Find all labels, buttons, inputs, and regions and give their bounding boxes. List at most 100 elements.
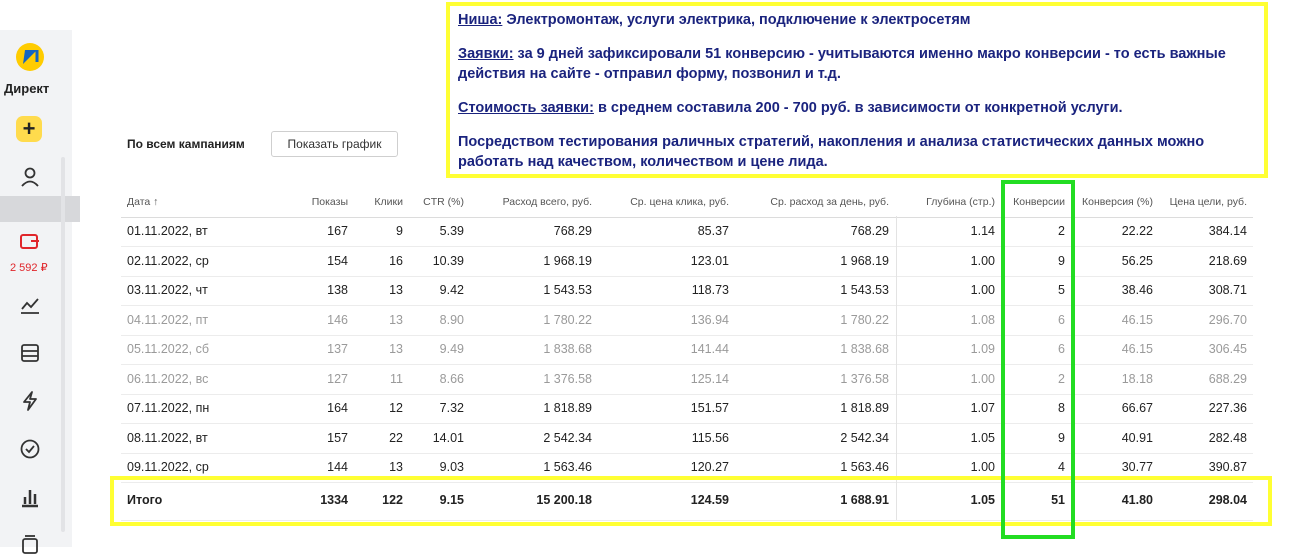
all-campaigns-label: По всем кампаниям bbox=[127, 137, 245, 151]
cell-clicks: 13 bbox=[389, 312, 403, 327]
cell-date: 02.11.2022, ср bbox=[127, 253, 209, 268]
cell-avg-daily-spend: 1 780.22 bbox=[840, 312, 889, 327]
cell-spend: 1 968.19 bbox=[543, 253, 592, 268]
cell-depth: 1.08 bbox=[970, 312, 995, 327]
cell-impressions: 146 bbox=[327, 312, 348, 327]
cost-label: Стоимость заявки: bbox=[458, 100, 594, 116]
chart-icon[interactable] bbox=[19, 294, 41, 316]
table-row[interactable]: 03.11.2022, чт 138 13 9.42 1 543.53 118.73 1 5… bbox=[121, 276, 1253, 306]
cell-impressions: 157 bbox=[327, 430, 348, 445]
check-circle-icon[interactable] bbox=[19, 438, 41, 460]
cell-avg-cpc: 151.57 bbox=[690, 401, 729, 415]
cell-clicks: 16 bbox=[389, 253, 403, 268]
cell-date: 03.11.2022, чт bbox=[127, 283, 208, 297]
cell-conversion-rate: 22.22 bbox=[1121, 224, 1153, 238]
header-goal-cost[interactable]: Цена цели, руб. bbox=[1163, 188, 1247, 217]
cell-spend: 1 376.58 bbox=[543, 371, 592, 386]
add-campaign-button[interactable]: + bbox=[16, 116, 42, 142]
lightning-icon[interactable] bbox=[19, 390, 41, 412]
cell-impressions: 164 bbox=[327, 401, 348, 415]
total-row-highlight bbox=[110, 476, 1272, 526]
cell-avg-cpc: 125.14 bbox=[690, 371, 729, 386]
annotation-box: Ниша: Электромонтаж, услуги электрика, п… bbox=[446, 2, 1268, 178]
wallet-icon[interactable] bbox=[19, 230, 41, 252]
cell-date: 06.11.2022, вс bbox=[127, 371, 209, 386]
cell-depth: 1.07 bbox=[970, 401, 995, 415]
show-chart-button[interactable]: Показать график bbox=[271, 131, 398, 157]
stack-icon[interactable] bbox=[19, 533, 41, 555]
table-row[interactable]: 04.11.2022, пт 146 13 8.90 1 780.22 136.94 1 7… bbox=[121, 306, 1253, 336]
cell-ctr: 14.01 bbox=[432, 430, 464, 445]
cell-date: 05.11.2022, сб bbox=[127, 342, 209, 356]
cell-impressions: 154 bbox=[327, 253, 348, 268]
table-row[interactable]: 06.11.2022, вс 127 11 8.66 1 376.58 125.14 1 3… bbox=[121, 365, 1253, 395]
leads-paragraph: Заявки: за 9 дней зафиксировали 51 конве… bbox=[458, 44, 1256, 84]
cell-conversion-rate: 38.46 bbox=[1121, 283, 1153, 297]
niche-paragraph: Ниша: Электромонтаж, услуги электрика, п… bbox=[458, 10, 1256, 30]
cell-date: 01.11.2022, вт bbox=[127, 224, 208, 238]
niche-text: Электромонтаж, услуги электрика, подключ… bbox=[502, 12, 971, 28]
header-impressions[interactable]: Показы bbox=[284, 188, 348, 217]
cell-date: 08.11.2022, вт bbox=[127, 430, 208, 445]
cell-ctr: 8.66 bbox=[439, 371, 464, 386]
list-icon[interactable] bbox=[19, 342, 41, 364]
sidebar-active-item bbox=[0, 196, 80, 222]
header-date[interactable]: Дата ↑ bbox=[127, 188, 247, 217]
leads-label: Заявки: bbox=[458, 46, 514, 62]
cell-avg-cpc: 123.01 bbox=[690, 253, 729, 268]
cell-impressions: 167 bbox=[327, 224, 348, 238]
table-row[interactable]: 01.11.2022, вт 167 9 5.39 768.29 85.37 768.29 1… bbox=[121, 217, 1253, 247]
cell-depth: 1.05 bbox=[970, 430, 995, 445]
header-avg-cpc[interactable]: Ср. цена клика, руб. bbox=[599, 188, 729, 217]
direct-logo-icon[interactable] bbox=[15, 42, 45, 72]
cell-avg-cpc: 118.73 bbox=[691, 283, 729, 297]
cell-avg-daily-spend: 1 376.58 bbox=[840, 371, 889, 386]
table-row[interactable]: 02.11.2022, ср 154 16 10.39 1 968.19 123.01 1 … bbox=[121, 247, 1253, 277]
cell-date: 07.11.2022, пн bbox=[127, 401, 210, 415]
cell-spend: 2 542.34 bbox=[543, 430, 592, 445]
cell-date: 04.11.2022, пт bbox=[127, 312, 209, 327]
cell-clicks: 9 bbox=[396, 224, 403, 238]
cell-ctr: 5.39 bbox=[439, 224, 464, 238]
cost-paragraph: Стоимость заявки: в среднем составила 20… bbox=[458, 98, 1256, 118]
table-row[interactable]: 05.11.2022, сб 137 13 9.49 1 838.68 141.44 1 8… bbox=[121, 335, 1253, 365]
cell-spend: 1 780.22 bbox=[543, 312, 592, 327]
cell-spend: 768.29 bbox=[553, 224, 592, 238]
cell-impressions: 137 bbox=[327, 342, 348, 356]
table-row[interactable]: 08.11.2022, вт 157 22 14.01 2 542.34 115.56 2 … bbox=[121, 424, 1253, 454]
conversions-column-highlight bbox=[1001, 180, 1075, 539]
cell-clicks: 22 bbox=[389, 430, 403, 445]
user-icon[interactable] bbox=[19, 166, 41, 188]
cell-depth: 1.09 bbox=[970, 342, 995, 356]
cell-goal-cost: 282.48 bbox=[1208, 430, 1247, 445]
cell-spend: 1 838.68 bbox=[543, 342, 592, 356]
cell-impressions: 127 bbox=[327, 371, 348, 386]
header-conversion-rate[interactable]: Конверсия (%) bbox=[1077, 188, 1153, 217]
header-ctr[interactable]: CTR (%) bbox=[409, 188, 464, 217]
table-row[interactable]: 07.11.2022, пн 164 12 7.32 1 818.89 151.57 1 8… bbox=[121, 394, 1253, 424]
cell-avg-cpc: 136.94 bbox=[690, 312, 729, 327]
bar-chart-icon[interactable] bbox=[19, 486, 41, 508]
cell-conversion-rate: 40.91 bbox=[1121, 430, 1153, 445]
balance-amount[interactable]: 2 592 ₽ bbox=[10, 261, 48, 274]
cell-depth: 1.00 bbox=[970, 283, 995, 297]
cell-avg-daily-spend: 2 542.34 bbox=[840, 430, 889, 445]
cell-avg-daily-spend: 1 968.19 bbox=[840, 253, 889, 268]
cell-conversion-rate: 46.15 bbox=[1121, 312, 1153, 327]
sidebar-scrollbar[interactable] bbox=[61, 157, 65, 532]
cell-goal-cost: 308.71 bbox=[1208, 283, 1247, 297]
cost-text: в среднем составила 200 - 700 руб. в зав… bbox=[593, 100, 1123, 116]
header-depth[interactable]: Глубина (стр.) bbox=[899, 188, 995, 217]
header-avg-daily-spend[interactable]: Ср. расход за день, руб. bbox=[735, 188, 889, 217]
cell-depth: 1.14 bbox=[970, 224, 995, 238]
cell-conversion-rate: 18.18 bbox=[1121, 371, 1153, 386]
cell-conversion-rate: 66.67 bbox=[1121, 401, 1153, 415]
cell-avg-daily-spend: 1 838.68 bbox=[840, 342, 889, 356]
header-clicks[interactable]: Клики bbox=[351, 188, 403, 217]
header-spend[interactable]: Расход всего, руб. bbox=[471, 188, 592, 217]
cell-avg-cpc: 141.44 bbox=[690, 342, 729, 356]
cell-ctr: 9.49 bbox=[439, 342, 464, 356]
cell-goal-cost: 384.14 bbox=[1208, 224, 1247, 238]
logo-text: Директ bbox=[4, 81, 50, 96]
leads-text: за 9 дней зафиксировали 51 конверсию - у… bbox=[458, 46, 1226, 82]
